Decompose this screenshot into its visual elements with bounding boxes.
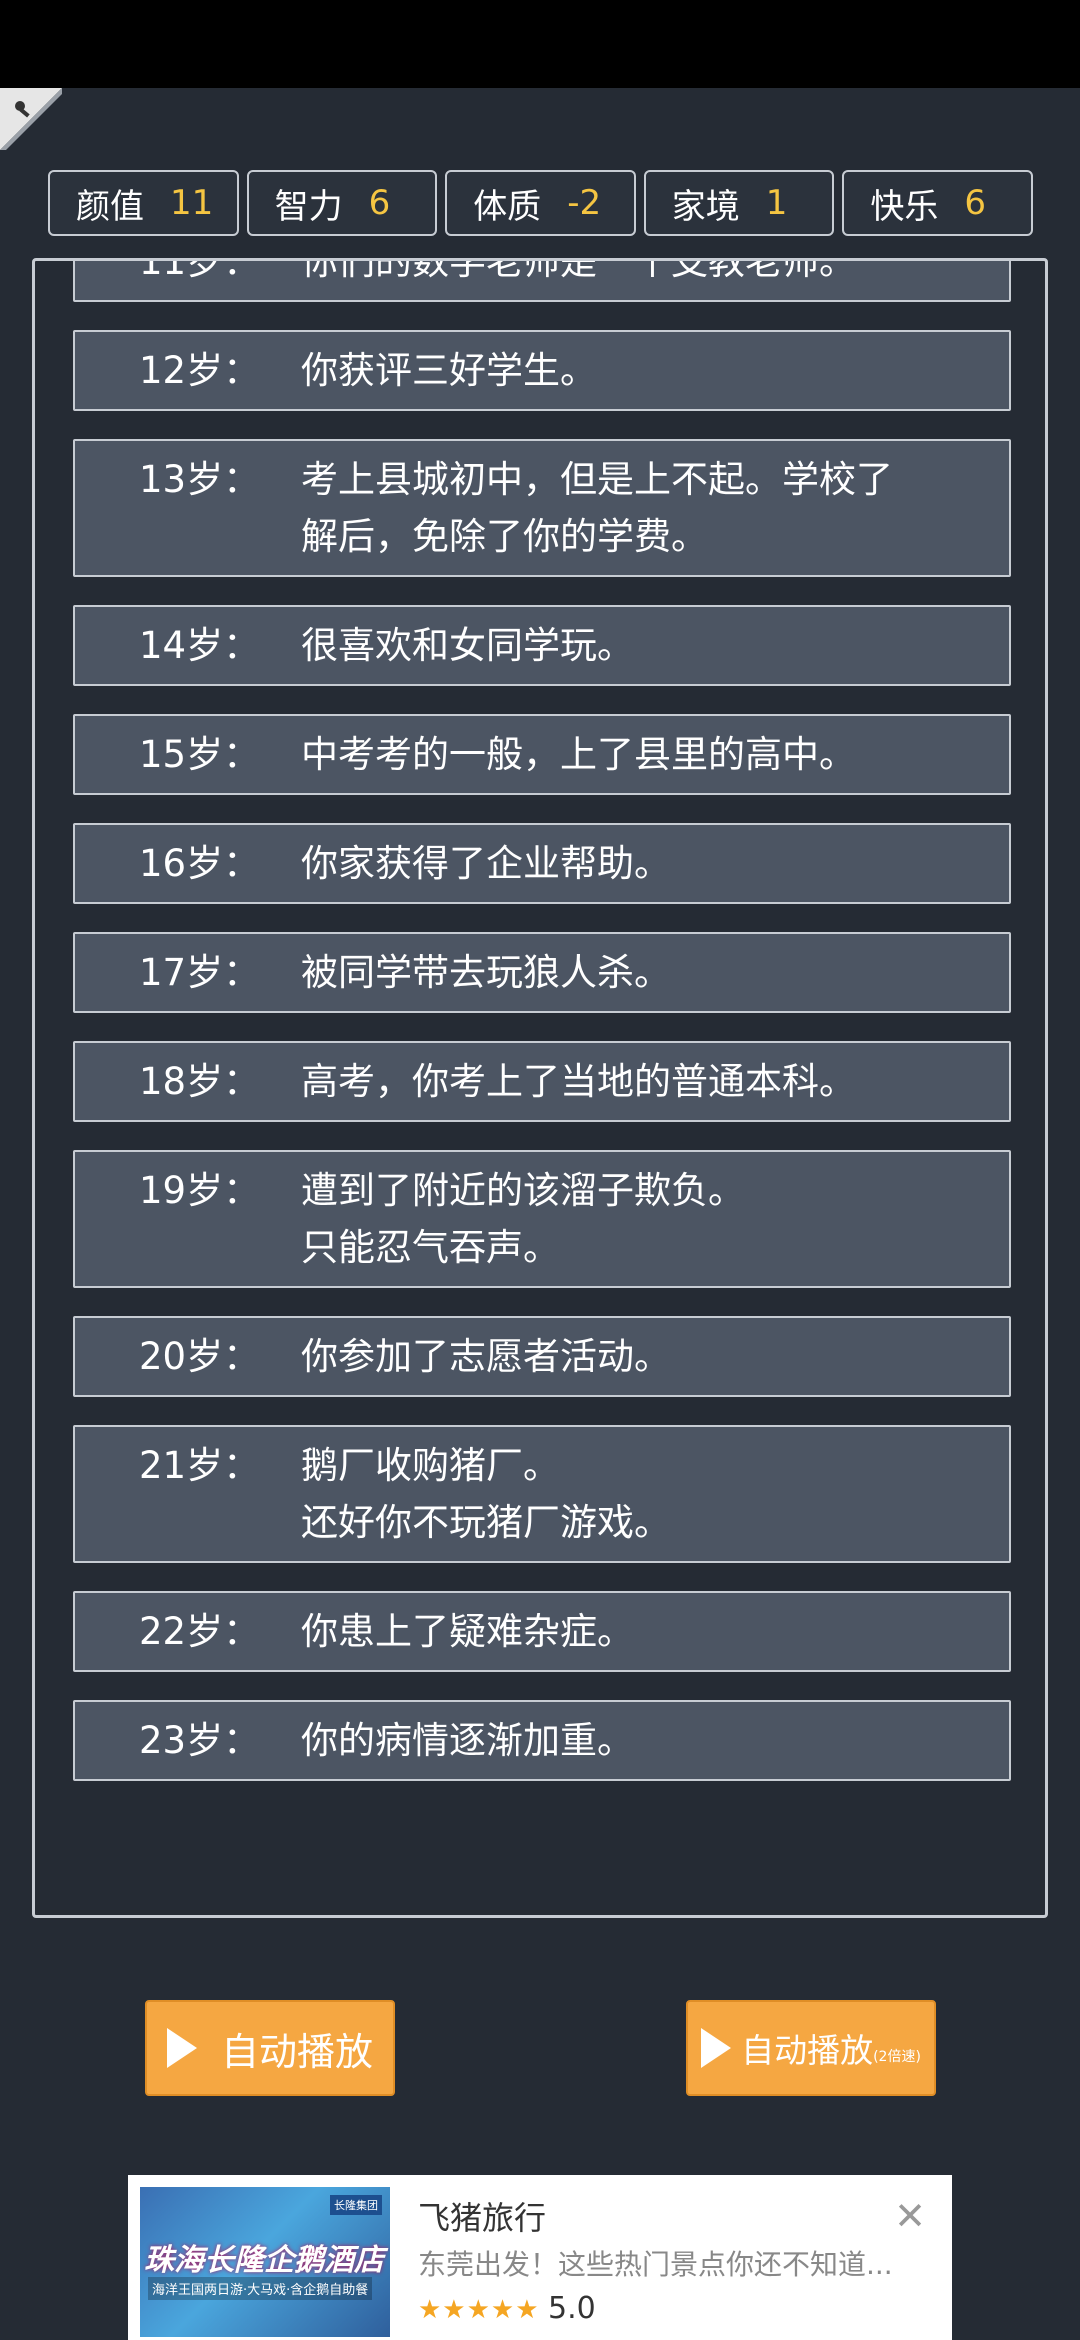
- log-entry-age: 18岁：: [139, 1060, 261, 1103]
- log-entry-age: 12岁：: [139, 349, 261, 392]
- log-entry-text: 很喜欢和女同学玩。: [301, 624, 634, 667]
- log-entry-text: 你的病情逐渐加重。: [301, 1719, 634, 1762]
- log-entry-text: 高考，你考上了当地的普通本科。: [301, 1060, 856, 1103]
- stat-label: 快乐: [870, 186, 939, 227]
- ad-image-subtitle: 海洋王国两日游·大马戏·含企鹅自助餐: [148, 2277, 373, 2300]
- log-entry: 19岁： 遭到了附近的该溜子欺负。 只能忍气吞声。: [73, 1150, 1011, 1288]
- log-entry: 23岁： 你的病情逐渐加重。: [73, 1700, 1011, 1781]
- log-entry-age: 20岁：: [139, 1335, 261, 1378]
- ad-image-title: 珠海长隆企鹅酒店: [144, 2243, 384, 2278]
- stat-appearance: 颜值 11: [48, 170, 239, 236]
- log-entry-age: 23岁：: [139, 1719, 261, 1762]
- stat-value: 11: [170, 183, 214, 223]
- log-entry-text: 鹅厂收购猪厂。 还好你不玩猪厂游戏。: [301, 1444, 671, 1544]
- stat-label: 体质: [473, 186, 542, 227]
- log-entry-text: 你患上了疑难杂症。: [301, 1610, 634, 1653]
- log-entry: 22岁： 你患上了疑难杂症。: [73, 1591, 1011, 1672]
- auto-play-2x-button[interactable]: 自动播放 (2倍速): [686, 2000, 936, 2096]
- log-entry: 14岁： 很喜欢和女同学玩。: [73, 605, 1011, 686]
- ad-title[interactable]: 飞猪旅行: [418, 2193, 546, 2239]
- log-entry-age: 13岁：: [139, 458, 261, 501]
- log-entry-age: 16岁：: [139, 842, 261, 885]
- log-entry-text: 被同学带去玩狼人杀。: [301, 951, 671, 994]
- log-entry-text: 你家获得了企业帮助。: [301, 842, 671, 885]
- log-entry: 12岁： 你获评三好学生。: [73, 330, 1011, 411]
- stat-label: 家境: [671, 186, 740, 227]
- stat-value: 6: [964, 183, 987, 223]
- auto-play-button[interactable]: 自动播放: [145, 2000, 395, 2096]
- ad-image-tag: 长隆集团: [330, 2195, 382, 2215]
- log-entry-age: 22岁：: [139, 1610, 261, 1653]
- stat-intelligence: 智力 6: [246, 170, 438, 236]
- log-entry: 18岁： 高考，你考上了当地的普通本科。: [73, 1041, 1011, 1122]
- log-entry-age: 21岁：: [139, 1444, 261, 1487]
- ad-image[interactable]: 长隆集团 珠海长隆企鹅酒店 海洋王国两日游·大马戏·含企鹅自助餐: [140, 2187, 390, 2337]
- close-icon[interactable]: ✕: [894, 2197, 926, 2235]
- ad-description[interactable]: 东莞出发！这些热门景点你还不知道...: [418, 2243, 893, 2283]
- log-entry: 21岁： 鹅厂收购猪厂。 还好你不玩猪厂游戏。: [73, 1425, 1011, 1563]
- stat-value: 1: [765, 183, 788, 223]
- stat-label: 颜值: [76, 186, 144, 227]
- life-log-panel[interactable]: 11岁： 你们的数学老师是一个支教老师。 12岁： 你获评三好学生。 13岁： …: [32, 258, 1048, 1918]
- play-icon: [701, 2028, 732, 2068]
- log-entry: 17岁： 被同学带去玩狼人杀。: [73, 932, 1011, 1013]
- life-log-list: 11岁： 你们的数学老师是一个支教老师。 12岁： 你获评三好学生。 13岁： …: [73, 258, 1011, 1809]
- ad-rating: 5.0: [548, 2291, 596, 2326]
- corner-fold-icon: [0, 88, 62, 150]
- play-icon: [166, 2028, 197, 2068]
- log-entry-text: 你们的数学老师是一个支教老师。: [301, 258, 856, 283]
- log-entry: 20岁： 你参加了志愿者活动。: [73, 1316, 1011, 1397]
- star-rating-icon: ★★★★★: [418, 2295, 540, 2325]
- log-entry-age: 14岁：: [139, 624, 261, 667]
- stat-label: 智力: [274, 186, 343, 227]
- log-entry-text: 中考考的一般，上了县里的高中。: [301, 733, 856, 776]
- stat-value: -2: [567, 183, 602, 223]
- auto-play-2x-label: 自动播放: [741, 2031, 874, 2070]
- ad-banner[interactable]: 长隆集团 珠海长隆企鹅酒店 海洋王国两日游·大马戏·含企鹅自助餐 飞猪旅行 东莞…: [128, 2175, 952, 2340]
- auto-play-2x-speed: (2倍速): [873, 2049, 921, 2065]
- stats-bar: 颜值 11 智力 6 体质 -2 家境 1 快乐 6: [48, 170, 1033, 238]
- log-entry-age: 15岁：: [139, 733, 261, 776]
- log-entry-text: 遭到了附近的该溜子欺负。 只能忍气吞声。: [301, 1169, 745, 1269]
- status-bar: [0, 0, 1080, 88]
- stat-value: 6: [368, 183, 391, 223]
- log-entry-age: 19岁：: [139, 1169, 261, 1212]
- log-entry-age: 17岁：: [139, 951, 261, 994]
- log-entry: 16岁： 你家获得了企业帮助。: [73, 823, 1011, 904]
- log-entry-age: 11岁：: [139, 258, 261, 283]
- log-entry: 13岁： 考上县城初中，但是上不起。学校了 解后，免除了你的学费。: [73, 439, 1011, 577]
- auto-play-label: 自动播放: [220, 2029, 373, 2074]
- log-entry-text: 你获评三好学生。: [301, 349, 597, 392]
- log-entry: 15岁： 中考考的一般，上了县里的高中。: [73, 714, 1011, 795]
- stat-constitution: 体质 -2: [445, 170, 636, 236]
- log-entry-text: 你参加了志愿者活动。: [301, 1335, 671, 1378]
- stat-happiness: 快乐 6: [842, 170, 1033, 236]
- log-entry: 11岁： 你们的数学老师是一个支教老师。: [73, 258, 1011, 302]
- stat-family: 家境 1: [643, 170, 835, 236]
- log-entry-text: 考上县城初中，但是上不起。学校了 解后，免除了你的学费。: [301, 458, 893, 558]
